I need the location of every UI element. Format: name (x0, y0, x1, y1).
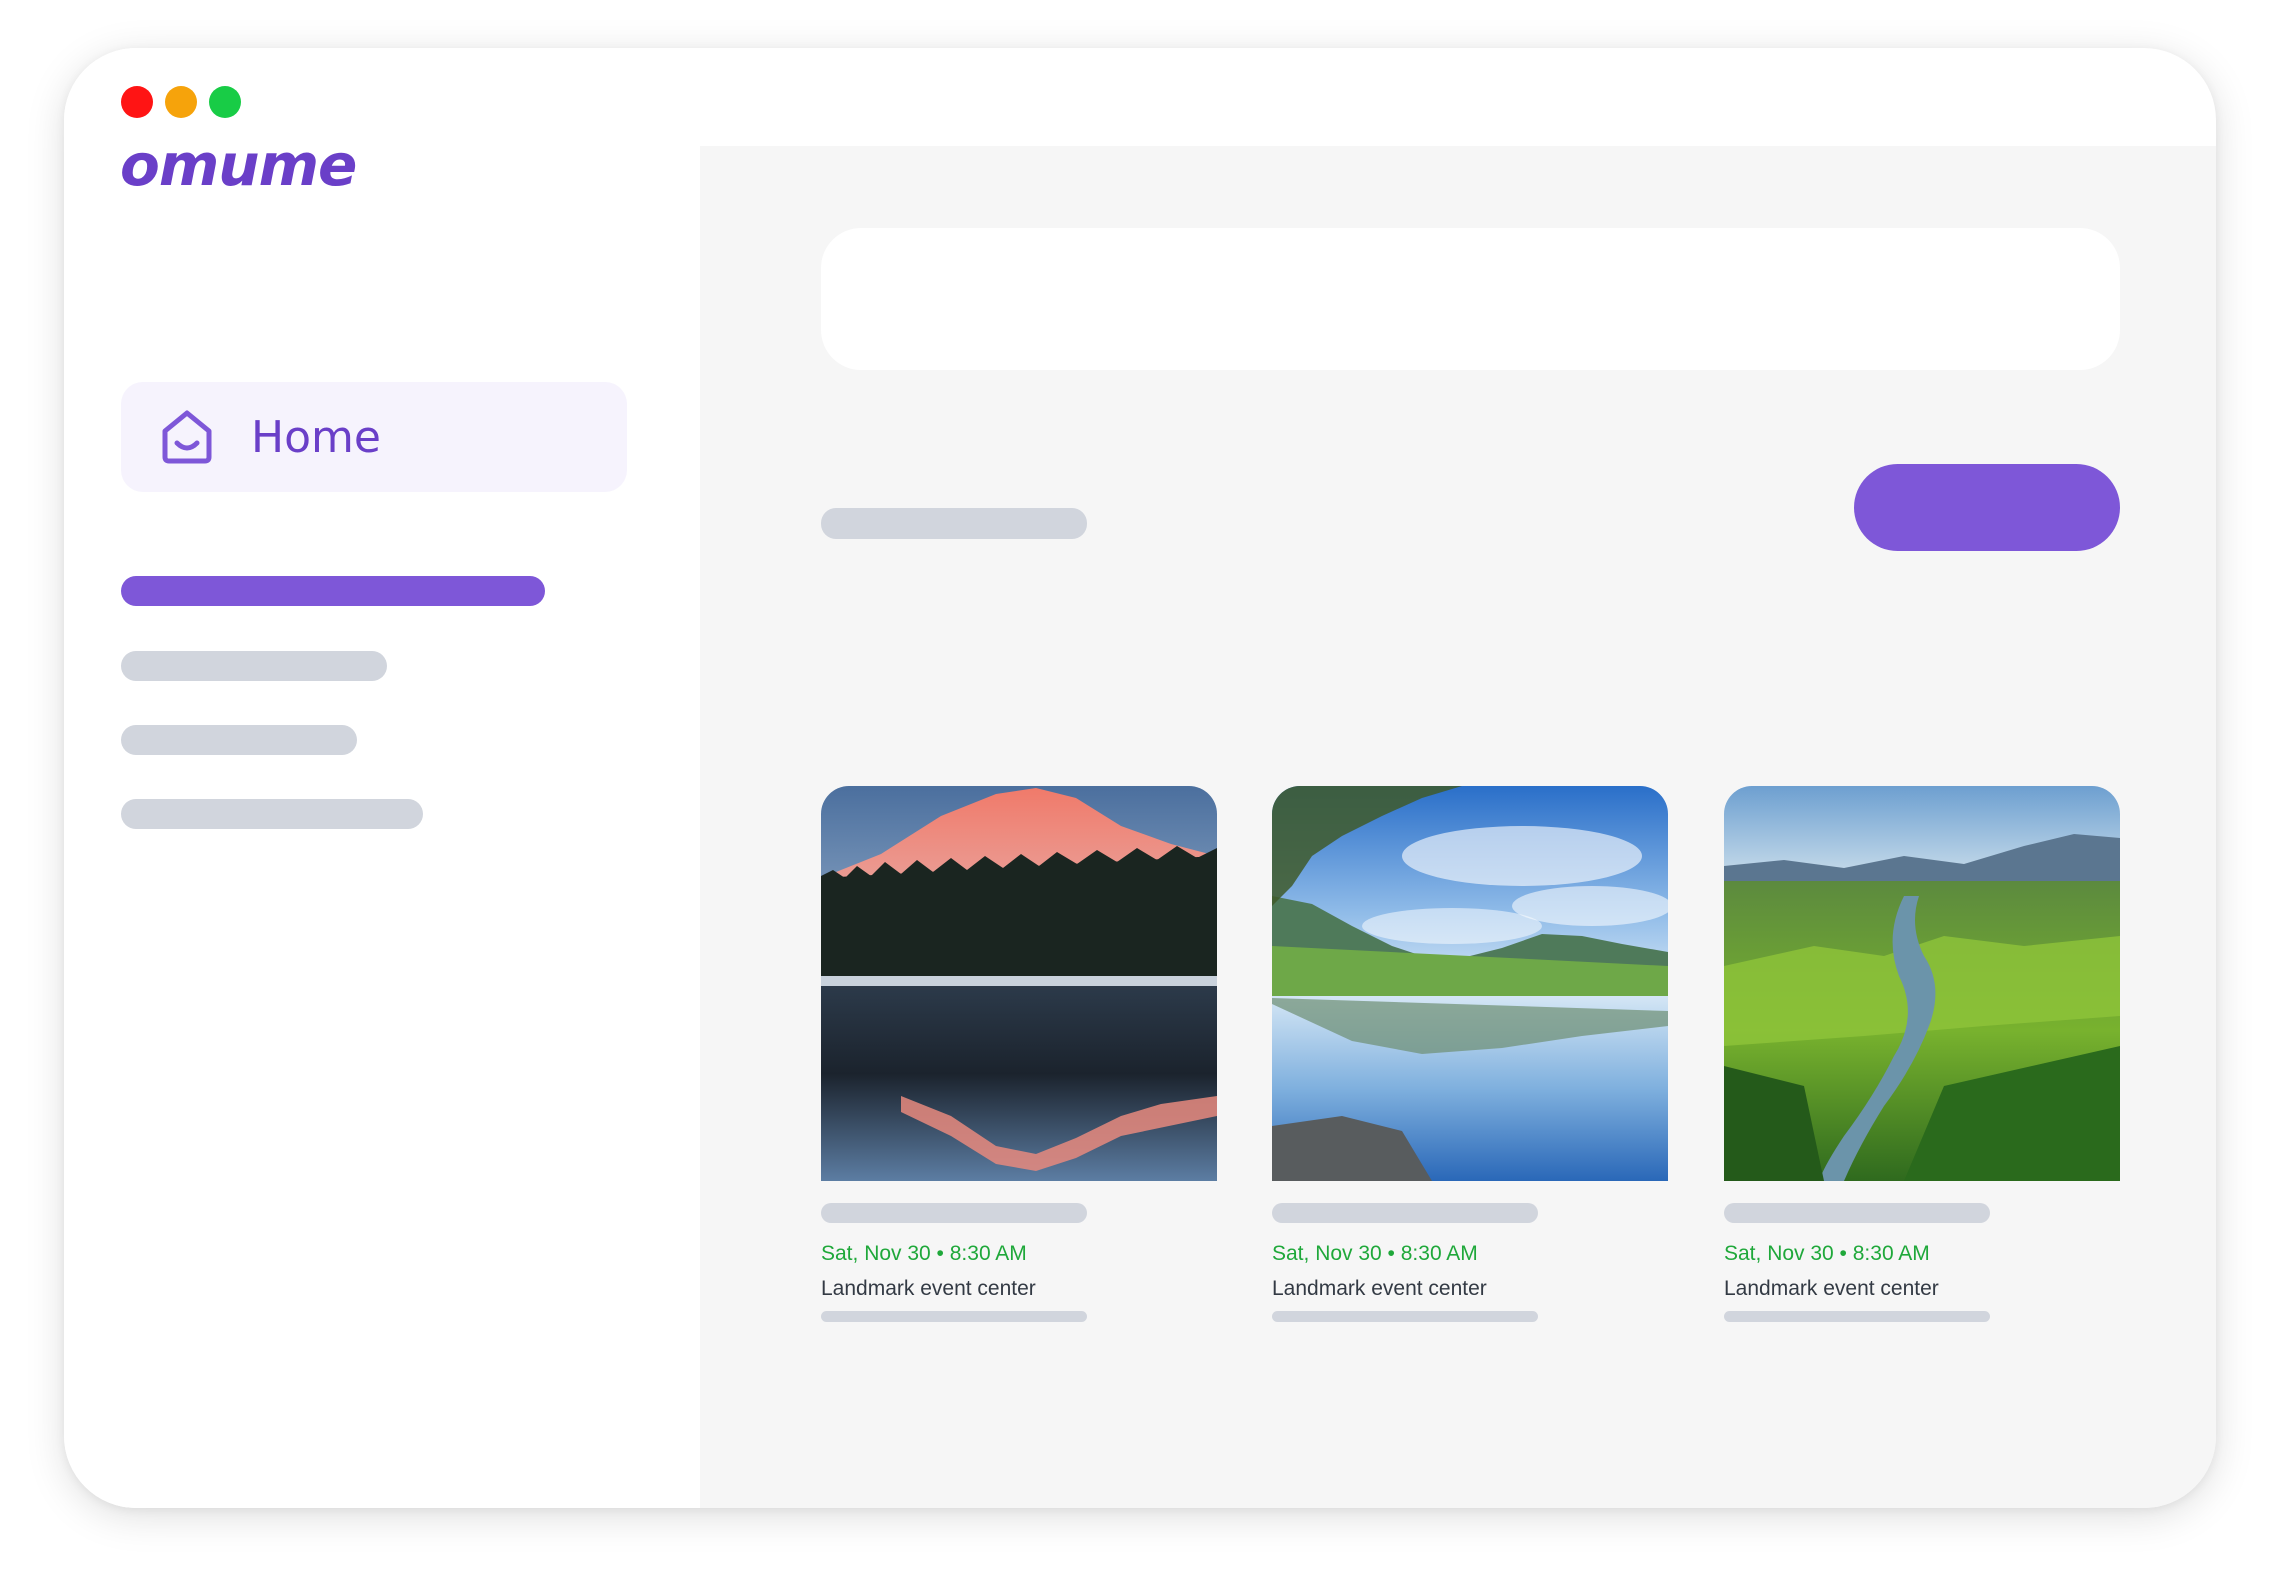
event-card[interactable]: Sat, Nov 30 • 8:30 AM Landmark event cen… (821, 786, 1217, 1322)
sidebar-item-home[interactable]: Home (121, 382, 627, 492)
event-card[interactable]: Sat, Nov 30 • 8:30 AM Landmark event cen… (1724, 786, 2120, 1322)
snowy-mountain-lake-image (821, 786, 1217, 1181)
sidebar-item-home-label: Home (251, 411, 381, 463)
event-venue: Landmark event center (821, 1277, 1036, 1300)
sidebar: omume Home (64, 48, 700, 1508)
section-title-placeholder (821, 508, 1087, 539)
sidebar-item-placeholder[interactable] (121, 799, 423, 829)
sidebar-item-placeholder[interactable] (121, 725, 357, 755)
event-title-placeholder (1272, 1203, 1538, 1223)
app-logo[interactable]: omume (120, 136, 357, 194)
sidebar-item-active-placeholder[interactable] (121, 576, 545, 606)
search-input[interactable] (821, 228, 2120, 370)
event-date: Sat, Nov 30 • 8:30 AM (1724, 1242, 1930, 1265)
green-valley-river-image (1724, 786, 2120, 1181)
event-venue: Landmark event center (1272, 1277, 1487, 1300)
home-smile-icon (162, 410, 212, 464)
event-meta-placeholder (1272, 1311, 1538, 1322)
minimize-window-button[interactable] (165, 86, 197, 118)
close-window-button[interactable] (121, 86, 153, 118)
event-meta-placeholder (1724, 1311, 1990, 1322)
event-card[interactable]: Sat, Nov 30 • 8:30 AM Landmark event cen… (1272, 786, 1668, 1322)
app-window: omume Home Sat, Nov 30 • 8:30 AM Landmar… (64, 48, 2216, 1508)
event-venue: Landmark event center (1724, 1277, 1939, 1300)
event-date: Sat, Nov 30 • 8:30 AM (821, 1242, 1027, 1265)
event-title-placeholder (821, 1203, 1087, 1223)
primary-action-button[interactable] (1854, 464, 2120, 551)
sidebar-item-placeholder[interactable] (121, 651, 387, 681)
event-meta-placeholder (821, 1311, 1087, 1322)
window-controls (121, 86, 241, 118)
event-date: Sat, Nov 30 • 8:30 AM (1272, 1242, 1478, 1265)
maximize-window-button[interactable] (209, 86, 241, 118)
event-title-placeholder (1724, 1203, 1990, 1223)
mountain-lake-reflection-image (1272, 786, 1668, 1181)
main-content: Sat, Nov 30 • 8:30 AM Landmark event cen… (700, 146, 2216, 1508)
